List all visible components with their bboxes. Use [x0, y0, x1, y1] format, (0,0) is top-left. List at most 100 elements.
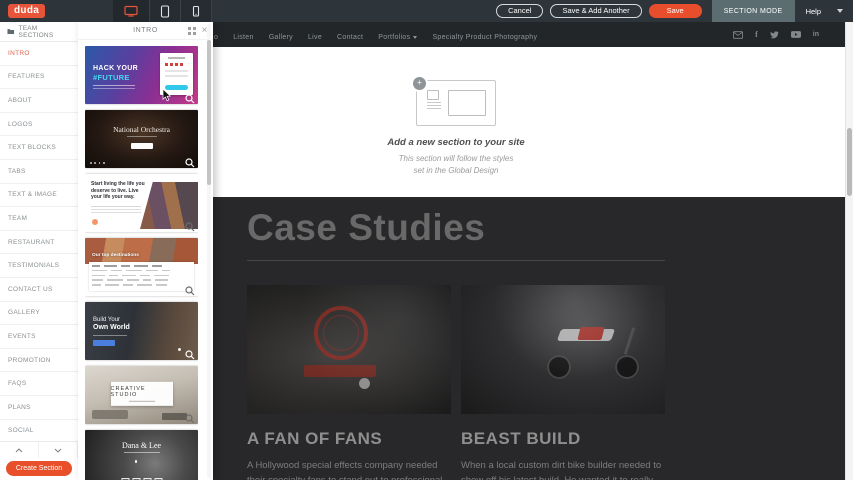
- preview-scrollbar-thumb[interactable]: [847, 128, 852, 196]
- search-icon[interactable]: [185, 283, 195, 293]
- linkedin-icon[interactable]: in: [813, 31, 819, 38]
- site-content: Case Studies A FAN OF FANS A Hollywood s…: [247, 197, 665, 480]
- chevron-down-icon: [54, 448, 62, 453]
- site-nav-item-listen[interactable]: Listen: [233, 34, 253, 41]
- sidebar-item-plans[interactable]: PLANS: [0, 396, 78, 420]
- case-body: When a local custom dirt bike builder ne…: [461, 458, 665, 480]
- scroll-down-button[interactable]: [39, 442, 78, 458]
- thumb-photo: [85, 238, 198, 264]
- chevron-down-icon: [837, 9, 843, 13]
- sidebar-item-text-blocks[interactable]: TEXT BLOCKS: [0, 136, 78, 160]
- site-nav-item-contact[interactable]: Contact: [337, 34, 363, 41]
- create-section-button[interactable]: Create Section: [6, 461, 72, 476]
- add-section-placeholder[interactable]: + Add a new section to your site This se…: [336, 80, 576, 178]
- template-thumbnail-build-your-own-world[interactable]: Build Your Own World: [85, 302, 198, 360]
- search-icon[interactable]: [185, 155, 195, 165]
- heading-divider: [247, 260, 665, 261]
- youtube-icon[interactable]: [791, 31, 801, 38]
- device-switcher: [113, 0, 212, 22]
- sections-sidebar: TEAM SECTIONS INTROFEATURESABOUTLOGOSTEX…: [0, 22, 79, 480]
- sidebar-item-tabs[interactable]: TABS: [0, 160, 78, 184]
- save-button[interactable]: Save: [649, 4, 702, 18]
- case-studies-section: Case Studies A FAN OF FANS A Hollywood s…: [213, 197, 845, 480]
- thumb-table-row: [92, 284, 191, 286]
- thumb-title: Dana & Lee: [85, 441, 198, 450]
- section-mode-badge: SECTION MODE: [712, 0, 795, 22]
- template-thumbnail-dana-and-lee[interactable]: Dana & Lee: [85, 430, 198, 480]
- panel-header: INTRO ×: [78, 22, 213, 40]
- sidebar-item-contact-us[interactable]: CONTACT US: [0, 278, 78, 302]
- site-nav-item-portfolios[interactable]: Portfolios: [378, 34, 417, 41]
- thumb-title: Start living the life you deserve to liv…: [91, 181, 145, 201]
- site-nav-item-live[interactable]: Live: [308, 34, 322, 41]
- thumb-table: [89, 262, 194, 291]
- search-icon[interactable]: [185, 411, 195, 421]
- chevron-down-icon: [413, 36, 417, 39]
- site-nav-items: o Listen Gallery Live Contact Portfolios Speci…: [214, 26, 552, 44]
- desktop-preview-button[interactable]: [113, 0, 150, 22]
- sidebar-item-logos[interactable]: LOGOS: [0, 113, 78, 137]
- add-section-icon: +: [416, 80, 496, 126]
- preview-scrollbar: [845, 22, 853, 480]
- site-preview: o Listen Gallery Live Contact Portfolios Speci…: [213, 22, 845, 480]
- thumb-title-accent: #FUTURE: [93, 73, 130, 82]
- tablet-preview-button[interactable]: [150, 0, 181, 22]
- thumb-title: National Orchestra: [85, 125, 198, 134]
- help-menu[interactable]: Help: [802, 7, 847, 16]
- case-image-fan: [247, 285, 451, 414]
- template-thumbnail-live-your-way[interactable]: Start living the life you deserve to liv…: [85, 174, 198, 232]
- thumb-title-bold: Own World: [93, 324, 130, 331]
- cancel-button[interactable]: Cancel: [496, 4, 543, 18]
- email-icon[interactable]: [733, 31, 743, 39]
- sidebar-header: TEAM SECTIONS: [0, 22, 78, 42]
- sidebar-item-team[interactable]: TEAM: [0, 207, 78, 231]
- chevron-up-icon: [15, 448, 23, 453]
- mobile-preview-button[interactable]: [181, 0, 212, 22]
- sidebar-item-intro[interactable]: INTRO: [0, 42, 78, 66]
- sidebar-item-testimonials[interactable]: TESTIMONIALS: [0, 254, 78, 278]
- case-title: BEAST BUILD: [461, 429, 665, 449]
- twitter-icon[interactable]: [770, 31, 779, 39]
- sidebar-item-text-image[interactable]: TEXT & IMAGE: [0, 184, 78, 208]
- sidebar-item-gallery[interactable]: GALLERY: [0, 302, 78, 326]
- thumb-title: Build Your: [93, 317, 120, 323]
- thumb-table-row: [92, 270, 191, 272]
- thumb-title: Our top destinations: [92, 253, 139, 258]
- help-label: Help: [806, 7, 821, 16]
- site-nav-item-fragment[interactable]: o: [214, 34, 218, 41]
- search-icon[interactable]: [185, 91, 195, 101]
- grid-view-toggle[interactable]: [188, 27, 196, 37]
- site-nav-item-specialty-product-photography[interactable]: Specialty Product Photography: [432, 34, 537, 41]
- sidebar-item-features[interactable]: FEATURES: [0, 66, 78, 90]
- thumb-table-row: [92, 279, 191, 281]
- template-thumbnail-hack-your-future[interactable]: HACK YOUR #FUTURE: [85, 46, 198, 104]
- panel-scrollbar-thumb[interactable]: [207, 40, 211, 185]
- case-image-bike: [461, 285, 665, 414]
- empty-section-area: + Add a new section to your site This se…: [213, 47, 845, 197]
- sidebar-item-restaurant[interactable]: RESTAURANT: [0, 231, 78, 255]
- sidebar-item-promotion[interactable]: PROMOTION: [0, 349, 78, 373]
- search-icon[interactable]: [185, 219, 195, 229]
- sidebar-item-faqs[interactable]: FAQS: [0, 372, 78, 396]
- sidebar-pager: [0, 441, 78, 458]
- thumb-title: CREATIVE STUDIO: [111, 386, 173, 398]
- thumb-cta-button: [131, 143, 153, 149]
- template-thumbnail-creative-studio[interactable]: CREATIVE STUDIO: [85, 366, 198, 424]
- case-body: A Hollywood special effects company need…: [247, 458, 451, 480]
- sidebar-item-about[interactable]: ABOUT: [0, 89, 78, 113]
- thumb-title: HACK YOUR: [93, 65, 138, 72]
- template-thumbnail-top-destinations[interactable]: Our top destinations: [85, 238, 198, 296]
- folder-icon: [7, 28, 15, 35]
- scroll-up-button[interactable]: [0, 442, 39, 458]
- case-card-beast-build: BEAST BUILD When a local custom dirt bik…: [461, 285, 665, 480]
- sidebar-item-social[interactable]: SOCIAL: [0, 420, 78, 444]
- sidebar-item-events[interactable]: EVENTS: [0, 325, 78, 349]
- search-icon[interactable]: [185, 347, 195, 357]
- save-add-another-button[interactable]: Save & Add Another: [550, 4, 641, 18]
- site-nav-item-gallery[interactable]: Gallery: [269, 34, 293, 41]
- duda-logo: duda: [8, 4, 45, 18]
- template-thumbnail-national-orchestra[interactable]: National Orchestra: [85, 110, 198, 168]
- thumb-cta-button: [165, 85, 188, 91]
- sidebar-header-label: TEAM SECTIONS: [19, 25, 71, 39]
- facebook-icon[interactable]: f: [755, 30, 758, 39]
